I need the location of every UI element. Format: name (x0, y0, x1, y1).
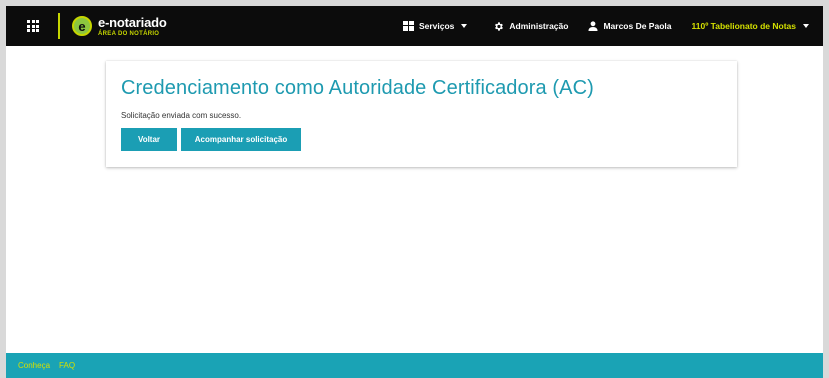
top-navigation-bar: e e-notariado ÁREA DO NOTÁRIO Serviços A… (6, 6, 823, 46)
brand-logo-link[interactable]: e e-notariado ÁREA DO NOTÁRIO (72, 16, 167, 37)
track-request-button[interactable]: Acompanhar solicitação (181, 128, 301, 151)
back-button[interactable]: Voltar (121, 128, 177, 151)
apps-menu-button[interactable] (18, 11, 48, 41)
apps-grid-icon (27, 20, 39, 32)
chevron-down-icon (803, 24, 809, 28)
success-message: Solicitação enviada com sucesso. (121, 111, 242, 120)
services-label: Serviços (418, 21, 455, 31)
footer-link-conheca[interactable]: Conheça (18, 361, 50, 370)
office-selector[interactable]: 110º Tabelionato de Notas (691, 21, 809, 31)
user-icon (588, 21, 598, 31)
brand-title: e-notariado (98, 14, 167, 30)
chevron-down-icon (461, 24, 468, 28)
administration-label: Administração (509, 21, 569, 31)
services-grid-icon (402, 21, 414, 31)
services-menu[interactable]: Serviços (402, 21, 468, 31)
gear-icon (493, 21, 504, 32)
page-title: Credenciamento como Autoridade Certifica… (121, 77, 594, 99)
user-menu[interactable]: Marcos De Paola (588, 21, 671, 31)
administration-menu[interactable]: Administração (493, 21, 568, 32)
header-nav: Serviços Administração Marcos De Paola 1… (402, 6, 823, 46)
header-divider (58, 13, 60, 39)
logo-letter: e (78, 18, 86, 34)
user-name: Marcos De Paola (603, 21, 672, 31)
office-label: 110º Tabelionato de Notas (691, 21, 796, 31)
footer-link-faq[interactable]: FAQ (59, 361, 75, 370)
logo-icon: e (72, 16, 92, 36)
brand-text: e-notariado ÁREA DO NOTÁRIO (98, 16, 167, 37)
footer-bar: Conheça FAQ (6, 353, 823, 378)
brand-subtitle: ÁREA DO NOTÁRIO (98, 30, 160, 37)
result-card: Credenciamento como Autoridade Certifica… (106, 61, 737, 167)
main-content: Credenciamento como Autoridade Certifica… (6, 46, 823, 353)
app-window: e e-notariado ÁREA DO NOTÁRIO Serviços A… (6, 6, 823, 378)
